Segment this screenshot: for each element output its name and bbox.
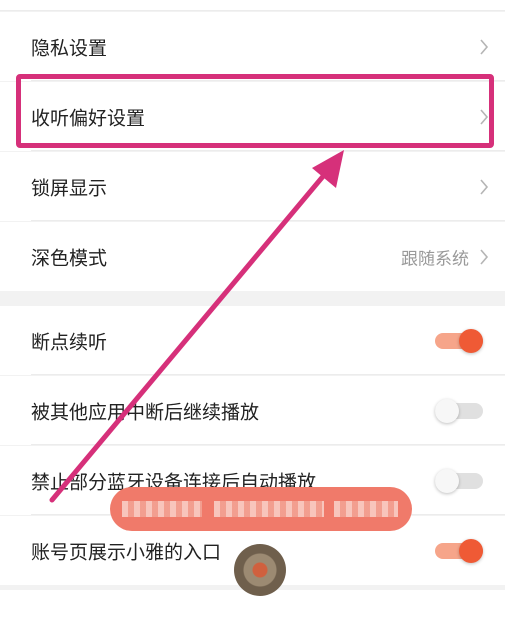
privacy-label: 隐私设置 (31, 37, 108, 59)
row-divider (31, 150, 505, 151)
resume-listening-label: 断点续听 (31, 331, 108, 353)
blurred-avatar (234, 544, 286, 596)
settings-row-dark-mode[interactable]: 深色模式 跟随系统 (0, 222, 505, 291)
toggle-knob (459, 328, 483, 353)
xiaoya-entry-label: 账号页展示小雅的入口 (31, 541, 222, 563)
interrupt-resume-label: 被其他应用中断后继续播放 (31, 401, 260, 423)
resume-listening-toggle[interactable] (435, 328, 483, 353)
blurred-text (122, 501, 202, 517)
blurred-toast-popup (110, 487, 412, 531)
dark-mode-value: 跟随系统 (401, 249, 469, 269)
chevron-right-icon (480, 38, 489, 55)
row-divider (31, 374, 505, 375)
row-divider (31, 444, 505, 445)
settings-row-privacy[interactable]: 隐私设置 (0, 12, 505, 81)
chevron-right-icon (480, 178, 489, 195)
dark-mode-label: 深色模式 (31, 247, 108, 269)
toggle-knob (435, 398, 459, 423)
bottom-bar-partial (0, 590, 505, 627)
interrupt-resume-toggle[interactable] (435, 398, 483, 423)
settings-row-lock-screen[interactable]: 锁屏显示 (0, 152, 505, 221)
settings-row-resume-listening: 断点续听 (0, 306, 505, 375)
section-gap (0, 291, 505, 306)
chevron-right-icon (480, 248, 489, 265)
xiaoya-entry-toggle[interactable] (435, 538, 483, 563)
lock-screen-label: 锁屏显示 (31, 177, 108, 199)
blurred-text (214, 501, 324, 517)
toggle-knob (435, 468, 459, 493)
row-divider (31, 220, 505, 221)
toggle-knob (459, 538, 483, 563)
row-divider (0, 10, 505, 11)
settings-row-interrupt-resume: 被其他应用中断后继续播放 (0, 376, 505, 445)
settings-row-top-partial (0, 0, 505, 11)
bluetooth-autoplay-toggle[interactable] (435, 468, 483, 493)
blurred-text (334, 501, 398, 517)
annotation-highlight-box (16, 74, 494, 148)
